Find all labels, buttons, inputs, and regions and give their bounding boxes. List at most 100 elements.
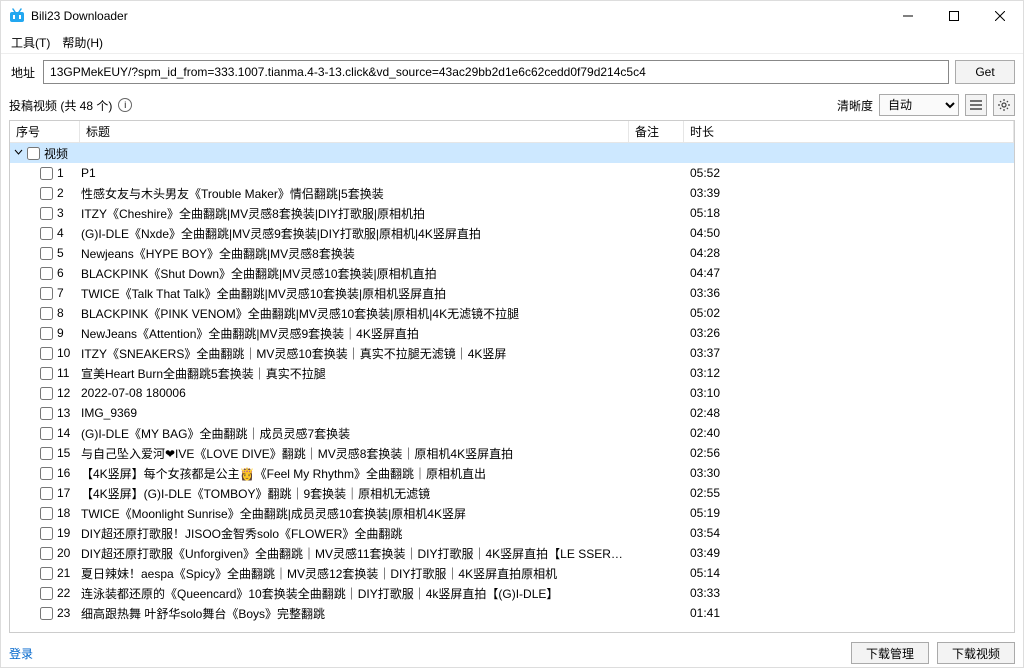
table-row[interactable]: 16【4K竖屏】每个女孩都是公主👸《Feel My Rhythm》全曲翻跳｜原相…	[10, 463, 1014, 483]
row-index: 3	[57, 206, 64, 220]
row-checkbox[interactable]	[40, 407, 53, 420]
table-row[interactable]: 18TWICE《Moonlight Sunrise》全曲翻跳|成员灵感10套换装…	[10, 503, 1014, 523]
row-checkbox[interactable]	[40, 327, 53, 340]
row-title: 【4K竖屏】(G)I-DLE《TOMBOY》翻跳｜9套换装｜原相机无滤镜	[80, 485, 629, 502]
table-row[interactable]: 17【4K竖屏】(G)I-DLE《TOMBOY》翻跳｜9套换装｜原相机无滤镜02…	[10, 483, 1014, 503]
maximize-button[interactable]	[931, 1, 977, 31]
quality-label: 清晰度	[837, 97, 873, 114]
table-row[interactable]: 23细高跟热舞 叶舒华solo舞台《Boys》完整翻跳01:41	[10, 603, 1014, 623]
table-row[interactable]: 7TWICE《Talk That Talk》全曲翻跳|MV灵感10套换装|原相机…	[10, 283, 1014, 303]
row-title: DIY超还原打歌服《Unforgiven》全曲翻跳｜MV灵感11套换装｜DIY打…	[80, 545, 629, 562]
col-title[interactable]: 标题	[80, 121, 629, 142]
address-input[interactable]	[43, 60, 949, 84]
download-video-button[interactable]: 下载视频	[937, 642, 1015, 664]
table-row[interactable]: 122022-07-08 18000603:10	[10, 383, 1014, 403]
row-checkbox[interactable]	[40, 507, 53, 520]
row-index: 22	[57, 586, 70, 600]
table-row[interactable]: 9NewJeans《Attention》全曲翻跳|MV灵感9套换装｜4K竖屏直拍…	[10, 323, 1014, 343]
row-duration: 03:12	[684, 366, 1014, 380]
row-checkbox[interactable]	[40, 587, 53, 600]
table-row[interactable]: 2性感女友与木头男友《Trouble Maker》情侣翻跳|5套换装03:39	[10, 183, 1014, 203]
get-button[interactable]: Get	[955, 60, 1015, 84]
row-title: (G)I-DLE《MY BAG》全曲翻跳｜成员灵感7套换装	[80, 425, 629, 442]
list-body[interactable]: 视频 1P105:522性感女友与木头男友《Trouble Maker》情侣翻跳…	[10, 143, 1014, 632]
statusbar: 登录 下载管理 下载视频	[1, 639, 1023, 667]
group-row[interactable]: 视频	[10, 143, 1014, 163]
row-index: 15	[57, 446, 70, 460]
row-title: 与自己坠入爱河❤IVE《LOVE DIVE》翻跳｜MV灵感8套换装｜原相机4K竖…	[80, 445, 629, 462]
row-index: 5	[57, 246, 64, 260]
row-index: 19	[57, 526, 70, 540]
row-duration: 02:48	[684, 406, 1014, 420]
quality-select[interactable]: 自动	[879, 94, 959, 116]
row-title: IMG_9369	[80, 406, 629, 420]
row-checkbox[interactable]	[40, 267, 53, 280]
col-duration[interactable]: 时长	[684, 121, 1014, 142]
row-checkbox[interactable]	[40, 427, 53, 440]
table-row[interactable]: 3ITZY《Cheshire》全曲翻跳|MV灵感8套换装|DIY打歌服|原相机拍…	[10, 203, 1014, 223]
row-checkbox[interactable]	[40, 547, 53, 560]
row-duration: 02:40	[684, 426, 1014, 440]
col-note[interactable]: 备注	[629, 121, 684, 142]
row-checkbox[interactable]	[40, 527, 53, 540]
table-row[interactable]: 5Newjeans《HYPE BOY》全曲翻跳|MV灵感8套换装04:28	[10, 243, 1014, 263]
titlebar: Bili23 Downloader	[1, 1, 1023, 31]
download-manage-button[interactable]: 下载管理	[851, 642, 929, 664]
table-row[interactable]: 4(G)I-DLE《Nxde》全曲翻跳|MV灵感9套换装|DIY打歌服|原相机|…	[10, 223, 1014, 243]
row-index: 4	[57, 226, 64, 240]
app-window: Bili23 Downloader 工具(T) 帮助(H) 地址 Get 投稿视…	[0, 0, 1024, 668]
table-row[interactable]: 19 DIY超还原打歌服！JISOO金智秀solo《FLOWER》全曲翻跳 03:5…	[10, 523, 1014, 543]
row-index: 20	[57, 546, 70, 560]
table-row[interactable]: 15 与自己坠入爱河❤IVE《LOVE DIVE》翻跳｜MV灵感8套换装｜原相机4…	[10, 443, 1014, 463]
row-checkbox[interactable]	[40, 607, 53, 620]
row-title: BLACKPINK《PINK VENOM》全曲翻跳|MV灵感10套换装|原相机|…	[80, 305, 629, 322]
options-row: 投稿视频 (共 48 个) i 清晰度 自动	[1, 90, 1023, 120]
row-checkbox[interactable]	[40, 187, 53, 200]
row-checkbox[interactable]	[40, 207, 53, 220]
row-duration: 03:36	[684, 286, 1014, 300]
close-button[interactable]	[977, 1, 1023, 31]
row-checkbox[interactable]	[40, 227, 53, 240]
row-checkbox[interactable]	[40, 307, 53, 320]
chevron-down-icon	[14, 146, 23, 160]
row-checkbox[interactable]	[40, 347, 53, 360]
login-link[interactable]: 登录	[9, 645, 33, 662]
table-row[interactable]: 21夏日辣妹！aespa《Spicy》全曲翻跳｜MV灵感12套换装｜DIY打歌服…	[10, 563, 1014, 583]
row-index: 21	[57, 566, 70, 580]
row-title: DIY超还原打歌服！JISOO金智秀solo《FLOWER》全曲翻跳	[80, 525, 629, 542]
row-checkbox[interactable]	[40, 247, 53, 260]
row-checkbox[interactable]	[40, 567, 53, 580]
table-row[interactable]: 14 (G)I-DLE《MY BAG》全曲翻跳｜成员灵感7套换装 02:40	[10, 423, 1014, 443]
settings-button[interactable]	[993, 94, 1015, 116]
row-index: 11	[57, 366, 69, 380]
table-row[interactable]: 1P105:52	[10, 163, 1014, 183]
row-checkbox[interactable]	[40, 447, 53, 460]
row-checkbox[interactable]	[40, 387, 53, 400]
row-duration: 03:54	[684, 526, 1014, 540]
row-duration: 05:52	[684, 166, 1014, 180]
row-checkbox[interactable]	[40, 467, 53, 480]
table-row[interactable]: 20 DIY超还原打歌服《Unforgiven》全曲翻跳｜MV灵感11套换装｜DI…	[10, 543, 1014, 563]
table-row[interactable]: 10ITZY《SNEAKERS》全曲翻跳｜MV灵感10套换装｜真实不拉腿无滤镜｜…	[10, 343, 1014, 363]
row-index: 18	[57, 506, 70, 520]
table-row[interactable]: 6BLACKPINK《Shut Down》全曲翻跳|MV灵感10套换装|原相机直…	[10, 263, 1014, 283]
row-duration: 03:37	[684, 346, 1014, 360]
row-checkbox[interactable]	[40, 167, 53, 180]
info-icon[interactable]: i	[118, 98, 132, 112]
row-index: 14	[57, 426, 70, 440]
menu-help[interactable]: 帮助(H)	[56, 32, 109, 53]
row-checkbox[interactable]	[40, 367, 53, 380]
minimize-button[interactable]	[885, 1, 931, 31]
table-row[interactable]: 22连泳装都还原的《Queencard》10套换装全曲翻跳｜DIY打歌服｜4k竖…	[10, 583, 1014, 603]
table-row[interactable]: 13IMG_936902:48	[10, 403, 1014, 423]
list-view-button[interactable]	[965, 94, 987, 116]
row-checkbox[interactable]	[40, 487, 53, 500]
row-checkbox[interactable]	[40, 287, 53, 300]
table-row[interactable]: 11宣美Heart Burn全曲翻跳5套换装｜真实不拉腿03:12	[10, 363, 1014, 383]
row-duration: 05:14	[684, 566, 1014, 580]
table-row[interactable]: 8BLACKPINK《PINK VENOM》全曲翻跳|MV灵感10套换装|原相机…	[10, 303, 1014, 323]
group-checkbox[interactable]	[27, 147, 40, 160]
app-icon	[9, 8, 25, 24]
menu-tool[interactable]: 工具(T)	[5, 32, 56, 53]
col-index[interactable]: 序号	[10, 121, 80, 142]
